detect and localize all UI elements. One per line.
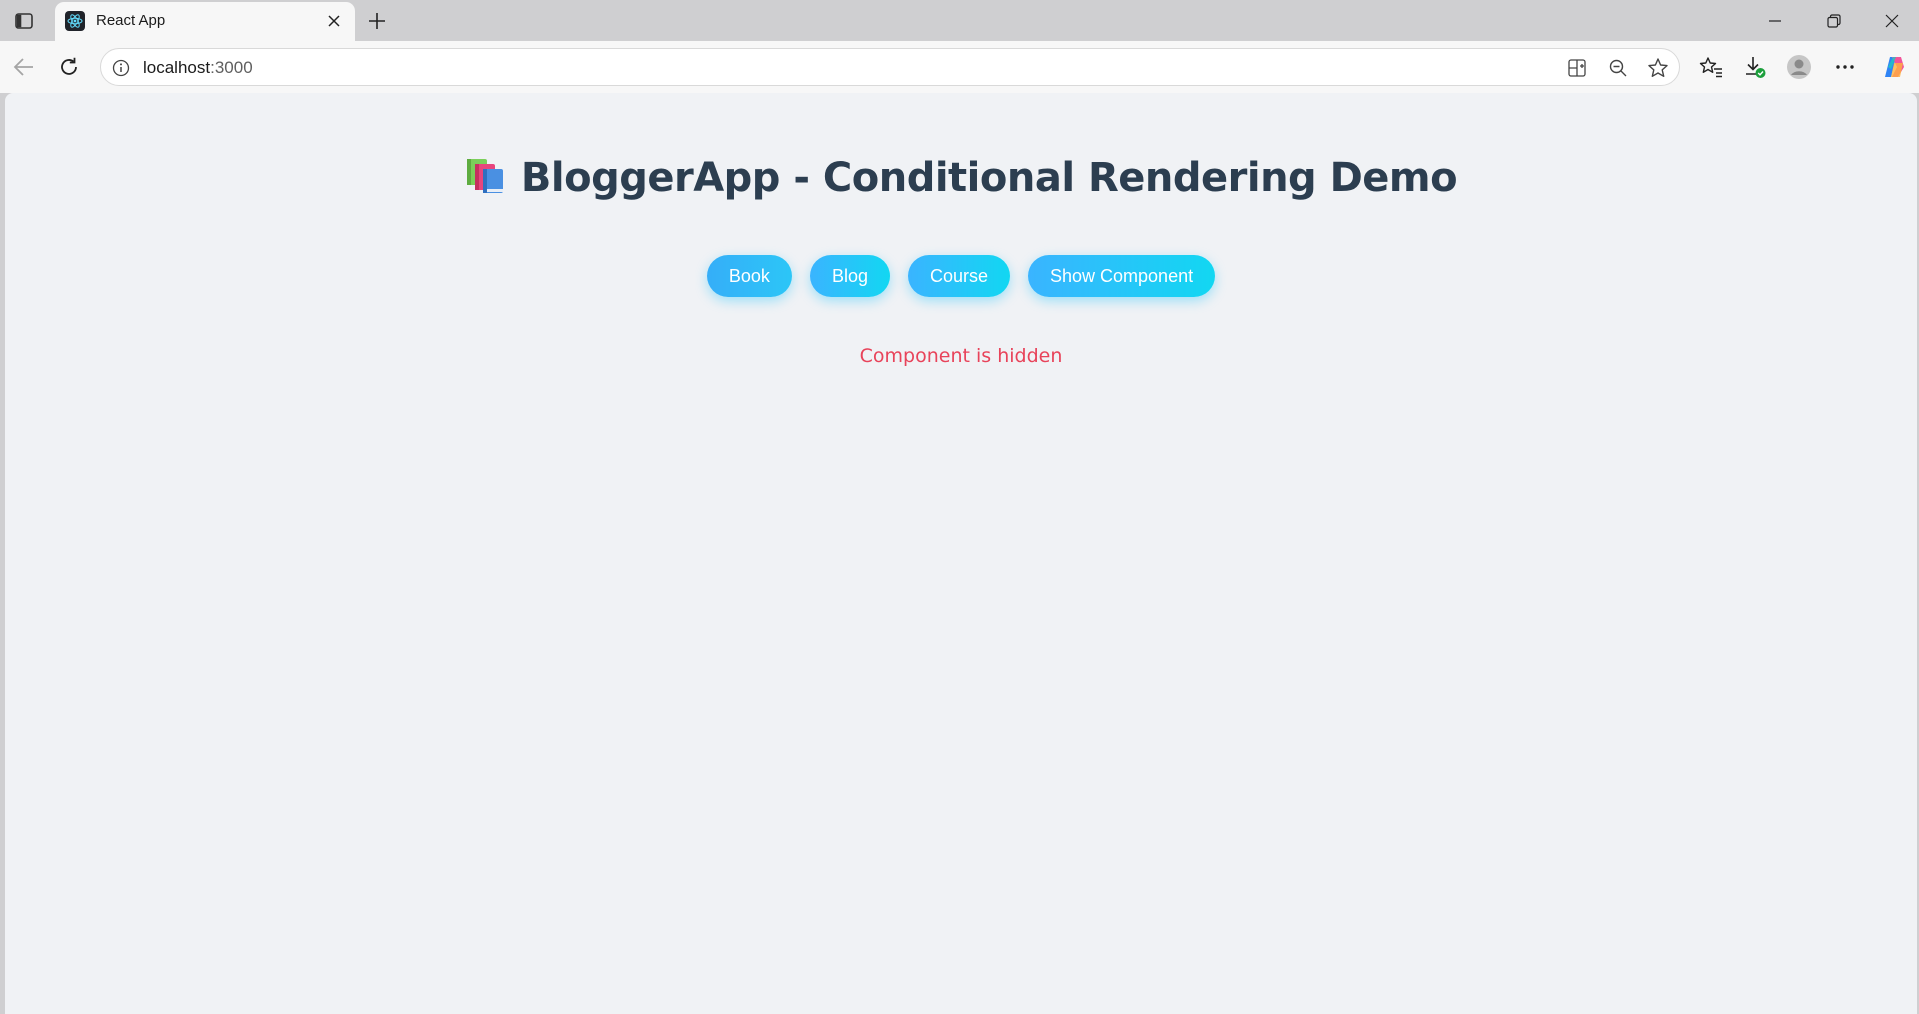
minimize-icon[interactable] bbox=[1755, 8, 1795, 34]
restore-icon[interactable] bbox=[1814, 8, 1854, 34]
book-button[interactable]: Book bbox=[706, 255, 792, 297]
page-viewport: BloggerApp - Conditional Rendering Demo … bbox=[5, 93, 1917, 1014]
url-port: :3000 bbox=[210, 58, 253, 77]
show-component-button[interactable]: Show Component bbox=[1028, 255, 1216, 297]
nav-button-group: Book Blog Course Show Component bbox=[5, 255, 1917, 297]
react-logo-icon bbox=[65, 11, 85, 31]
page-title-text: BloggerApp - Conditional Rendering Demo bbox=[520, 155, 1458, 201]
downloads-icon[interactable] bbox=[1742, 54, 1768, 80]
site-info-icon[interactable] bbox=[111, 58, 131, 78]
tab-strip: React App bbox=[0, 0, 1919, 41]
url-text: localhost:3000 bbox=[143, 58, 253, 78]
address-bar[interactable]: localhost:3000 bbox=[100, 48, 1680, 86]
sidebar-toggle-icon[interactable] bbox=[12, 9, 36, 33]
back-arrow-icon[interactable] bbox=[11, 54, 37, 80]
tab-title: React App bbox=[96, 12, 166, 29]
split-screen-icon[interactable] bbox=[1566, 57, 1588, 79]
new-tab-plus-icon[interactable] bbox=[364, 8, 390, 34]
close-window-icon[interactable] bbox=[1872, 8, 1912, 34]
zoom-out-icon[interactable] bbox=[1607, 57, 1629, 79]
blog-button[interactable]: Blog bbox=[809, 255, 890, 297]
profile-avatar-icon[interactable] bbox=[1786, 54, 1812, 80]
more-options-icon[interactable] bbox=[1832, 54, 1858, 80]
copilot-icon[interactable] bbox=[1881, 54, 1907, 80]
page-title: BloggerApp - Conditional Rendering Demo bbox=[5, 155, 1917, 201]
component-status-message: Component is hidden bbox=[859, 345, 1063, 367]
favorites-list-icon[interactable] bbox=[1698, 54, 1724, 80]
books-emoji-icon bbox=[465, 155, 507, 195]
browser-toolbar: localhost:3000 bbox=[0, 41, 1919, 93]
browser-tab-active[interactable]: React App bbox=[55, 2, 355, 41]
favorite-star-icon[interactable] bbox=[1647, 57, 1669, 79]
course-button[interactable]: Course bbox=[907, 255, 1010, 297]
tab-close-icon[interactable] bbox=[323, 10, 345, 32]
refresh-icon[interactable] bbox=[56, 54, 82, 80]
url-host: localhost bbox=[143, 58, 211, 77]
